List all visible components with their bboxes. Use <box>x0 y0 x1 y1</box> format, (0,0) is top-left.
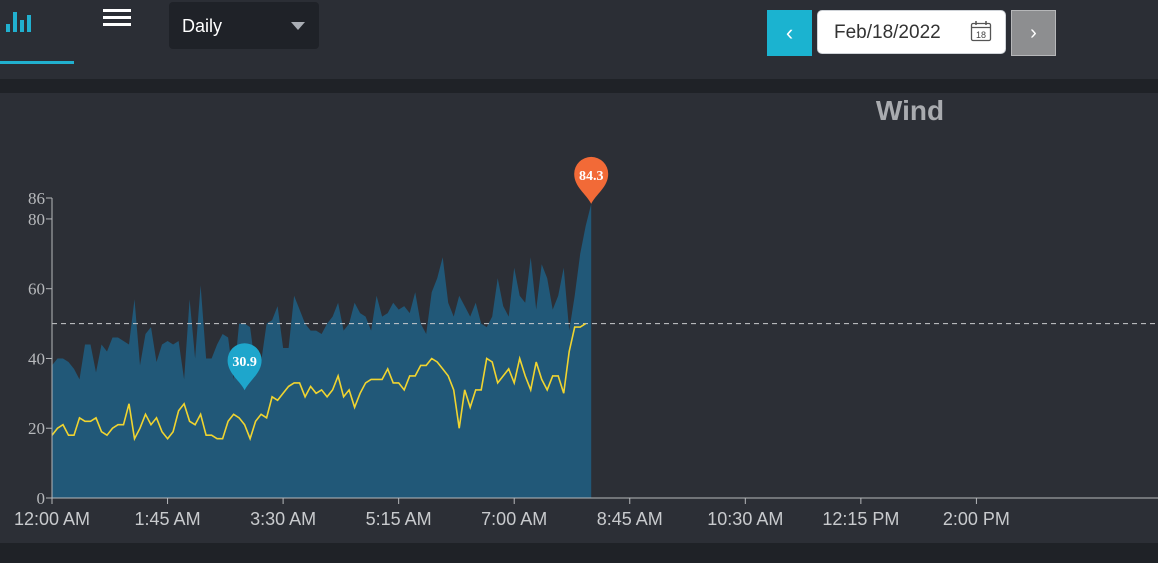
chevron-down-icon <box>291 22 305 30</box>
x-tick-label: 12:00 AM <box>14 509 90 529</box>
x-tick-label: 5:15 AM <box>366 509 432 529</box>
x-tick-label: 2:00 PM <box>943 509 1010 529</box>
value-marker: 84.3 <box>574 156 609 204</box>
tab-chart[interactable] <box>0 0 74 64</box>
x-tick-label: 10:30 AM <box>707 509 783 529</box>
top-toolbar: Daily ‹ Feb/18/2022 18 › <box>0 0 1158 79</box>
x-axis: 12:00 AM 1:45 AM 3:30 AM 5:15 AM 7:00 AM 8:45… <box>14 497 1158 529</box>
plot-area <box>51 203 1158 498</box>
chart-panel: Wind 0 20 40 60 80 86 12:00 AM 1:45 AM 3:30 AM 5… <box>0 93 1158 543</box>
y-tick-label: 60 <box>28 280 45 299</box>
y-tick-label: 20 <box>28 419 45 438</box>
y-tick-label: 40 <box>28 349 45 368</box>
chart-title: Wind <box>876 95 944 126</box>
y-tick-label: 86 <box>28 189 45 208</box>
x-tick-label: 8:45 AM <box>597 509 663 529</box>
previous-date-button[interactable]: ‹ <box>767 10 812 56</box>
gust-area <box>52 203 592 498</box>
y-tick-label: 80 <box>28 210 45 229</box>
wind-chart: Wind 0 20 40 60 80 86 12:00 AM 1:45 AM 3:30 AM 5… <box>14 95 1158 529</box>
calendar-day-label: 18 <box>976 30 986 40</box>
calendar-icon[interactable]: 18 <box>970 20 992 42</box>
divider <box>0 543 1158 563</box>
active-tab-indicator <box>0 61 74 64</box>
x-tick-label: 1:45 AM <box>135 509 201 529</box>
next-date-button[interactable]: › <box>1011 10 1056 56</box>
bar-chart-icon <box>6 12 31 32</box>
period-select[interactable]: Daily <box>169 2 319 49</box>
x-tick-label: 3:30 AM <box>250 509 316 529</box>
y-axis: 0 20 40 60 80 86 <box>28 189 53 508</box>
hamburger-menu-icon[interactable] <box>101 6 133 32</box>
divider <box>0 79 1158 93</box>
marker-label: 84.3 <box>579 169 604 184</box>
marker-label: 30.9 <box>232 355 257 370</box>
y-tick-label: 0 <box>37 489 46 508</box>
date-input[interactable]: Feb/18/2022 18 <box>817 10 1006 54</box>
x-tick-label: 7:00 AM <box>481 509 547 529</box>
date-input-value: Feb/18/2022 <box>834 22 941 43</box>
period-select-value: Daily <box>182 16 223 36</box>
x-tick-label: 12:15 PM <box>822 509 899 529</box>
